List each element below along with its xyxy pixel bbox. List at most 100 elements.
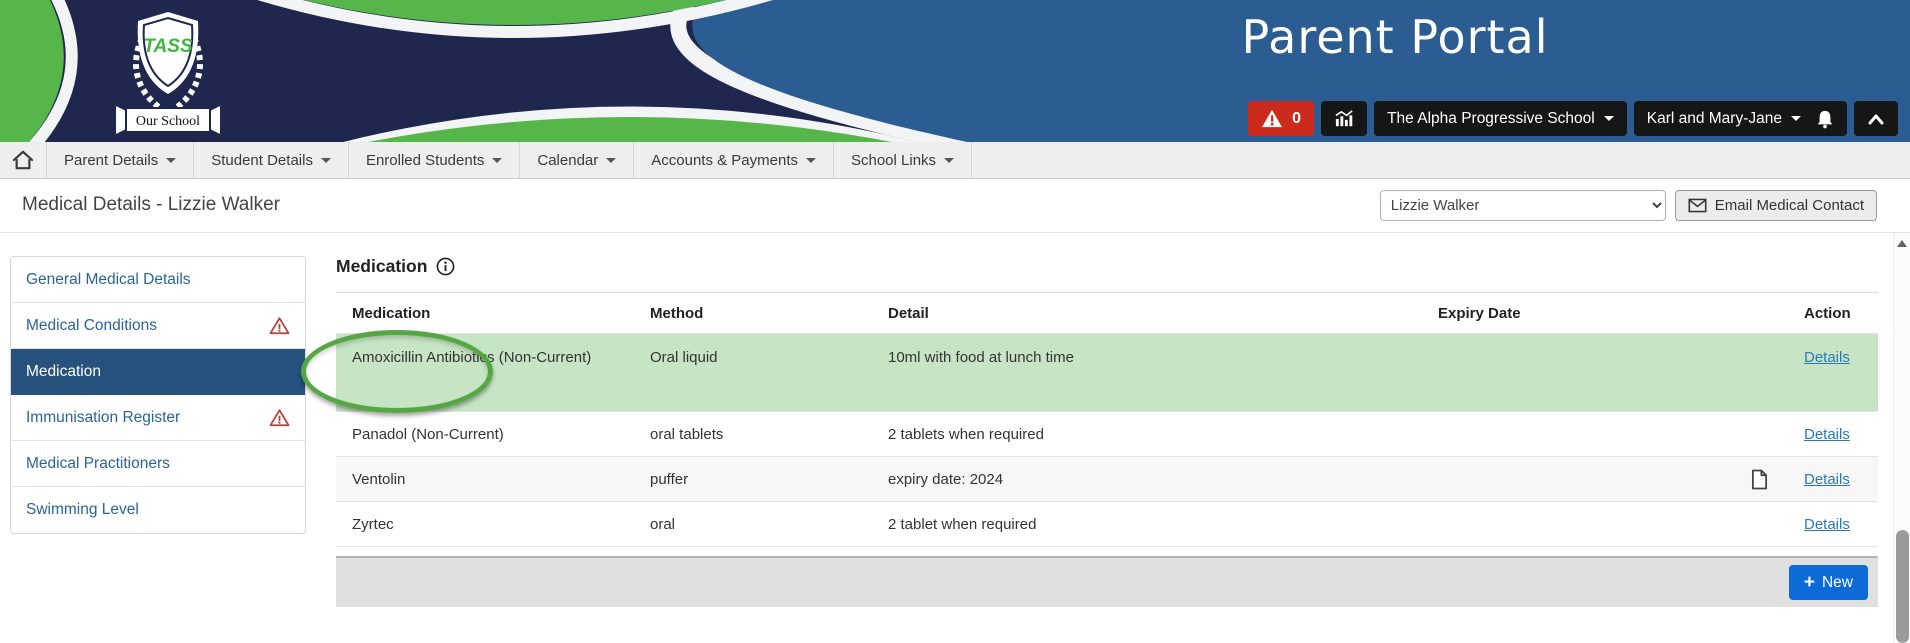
medication-detail: 2 tablets when required (872, 426, 1422, 443)
sidebar-item-label: Medical Practitioners (26, 455, 170, 473)
table-header-row: Medication Method Detail Expiry Date Act… (336, 293, 1878, 334)
banner-buttons: 0 The Alpha Progressive School Karl and … (1248, 101, 1898, 136)
new-button-label: New (1822, 574, 1853, 592)
medication-name: Panadol (Non-Current) (336, 426, 634, 443)
nav-item-parent-details[interactable]: Parent Details (47, 142, 194, 178)
page-header: Medical Details - Lizzie Walker Lizzie W… (0, 179, 1910, 233)
email-button-label: Email Medical Contact (1715, 197, 1864, 214)
home-icon (12, 150, 34, 170)
sidebar-item-medication[interactable]: Medication (11, 349, 305, 395)
medication-name: Zyrtec (336, 516, 634, 533)
alerts-button[interactable]: 0 (1248, 101, 1314, 136)
column-header-detail: Detail (872, 305, 1422, 322)
table-row: Ventolin puffer expiry date: 2024 Detail… (336, 457, 1878, 502)
scrollbar-up-button[interactable] (1894, 233, 1910, 253)
table-footer-bar: + New (336, 556, 1878, 607)
medication-panel: Medication Medication Method Detail Expi… (336, 256, 1878, 607)
scrollbar-thumb[interactable] (1896, 530, 1909, 643)
sidebar-item-medical-practitioners[interactable]: Medical Practitioners (11, 441, 305, 487)
medication-detail: 10ml with food at lunch time (872, 334, 1422, 368)
nav-item-label: School Links (851, 152, 936, 169)
medication-expiry (1422, 334, 1673, 347)
caret-down-icon (321, 158, 331, 163)
envelope-icon (1688, 198, 1707, 213)
medication-method: puffer (634, 471, 872, 488)
nav-item-label: Parent Details (64, 152, 158, 169)
nav-item-student-details[interactable]: Student Details (194, 142, 349, 178)
sidebar-item-swimming-level[interactable]: Swimming Level (11, 487, 305, 533)
medication-detail: 2 tablet when required (872, 516, 1422, 533)
caret-down-icon (1604, 116, 1614, 121)
column-header-medication: Medication (336, 305, 634, 322)
table-row: Zyrtec oral 2 tablet when required Detai… (336, 502, 1878, 547)
medication-name: Ventolin (336, 471, 634, 488)
chevron-up-icon (1867, 112, 1885, 126)
section-heading: Medication (336, 256, 1878, 277)
medication-method: Oral liquid (634, 334, 872, 368)
caret-down-icon (166, 158, 176, 163)
medication-detail: expiry date: 2024 (872, 471, 1422, 488)
details-link[interactable]: Details (1804, 426, 1850, 443)
school-logo: TASS Our School (112, 6, 224, 136)
details-link[interactable]: Details (1804, 471, 1850, 488)
caret-down-icon (944, 158, 954, 163)
details-link[interactable]: Details (1804, 349, 1850, 366)
student-selector[interactable]: Lizzie Walker (1380, 190, 1666, 221)
sidebar-item-label: Medical Conditions (26, 317, 157, 335)
school-selector-label: The Alpha Progressive School (1387, 110, 1595, 128)
sidebar-item-general-medical-details[interactable]: General Medical Details (11, 257, 305, 303)
sidebar-item-label: Swimming Level (26, 501, 139, 519)
table-row: Panadol (Non-Current) oral tablets 2 tab… (336, 412, 1878, 457)
document-attachment-icon[interactable] (1751, 469, 1768, 490)
home-nav-button[interactable] (0, 142, 47, 178)
main-navbar: Parent Details Student Details Enrolled … (0, 142, 1910, 179)
nav-item-accounts-payments[interactable]: Accounts & Payments (634, 142, 834, 178)
nav-item-label: Calendar (537, 152, 598, 169)
info-icon[interactable] (436, 257, 455, 276)
sidebar-item-label: Immunisation Register (26, 409, 180, 427)
details-link[interactable]: Details (1804, 516, 1850, 533)
sidebar-item-label: Medication (26, 363, 101, 381)
alert-count: 0 (1292, 110, 1301, 128)
vertical-scrollbar[interactable] (1893, 233, 1910, 643)
nav-item-label: Accounts & Payments (651, 152, 798, 169)
column-header-expiry-date: Expiry Date (1422, 305, 1673, 322)
svg-text:Our School: Our School (136, 114, 200, 129)
sidebar-item-medical-conditions[interactable]: Medical Conditions (11, 303, 305, 349)
page-title: Medical Details - Lizzie Walker (22, 194, 280, 216)
caret-down-icon (606, 158, 616, 163)
nav-item-calendar[interactable]: Calendar (520, 142, 634, 178)
column-header-action: Action (1788, 305, 1878, 322)
attachment-cell (1731, 334, 1788, 347)
sidebar-item-label: General Medical Details (26, 271, 191, 289)
warning-triangle-icon (1261, 109, 1283, 129)
bar-chart-icon (1334, 110, 1354, 128)
notifications-bell-icon[interactable] (1816, 109, 1834, 129)
warning-triangle-icon (269, 316, 290, 335)
email-medical-contact-button[interactable]: Email Medical Contact (1675, 190, 1877, 221)
caret-down-icon (1791, 116, 1801, 121)
medication-method: oral (634, 516, 872, 533)
user-selector-button[interactable]: Karl and Mary-Jane (1634, 101, 1847, 136)
spacer-cell (1673, 334, 1731, 347)
section-heading-label: Medication (336, 256, 427, 277)
charts-button[interactable] (1321, 101, 1367, 136)
school-selector-button[interactable]: The Alpha Progressive School (1374, 101, 1627, 136)
nav-item-school-links[interactable]: School Links (834, 142, 972, 178)
table-row-highlighted: Amoxicillin Antibiotics (Non-Current) Or… (336, 334, 1878, 412)
nav-item-label: Student Details (211, 152, 313, 169)
new-medication-button[interactable]: + New (1789, 565, 1868, 600)
caret-down-icon (806, 158, 816, 163)
svg-text:TASS: TASS (143, 36, 193, 57)
nav-item-enrolled-students[interactable]: Enrolled Students (349, 142, 520, 178)
medical-sections-sidebar: General Medical Details Medical Conditio… (10, 256, 306, 534)
portal-title: Parent Portal (1180, 10, 1610, 64)
sidebar-item-immunisation-register[interactable]: Immunisation Register (11, 395, 305, 441)
nav-item-label: Enrolled Students (366, 152, 484, 169)
scroll-up-arrow-icon (1897, 240, 1907, 247)
user-selector-label: Karl and Mary-Jane (1647, 110, 1782, 128)
plus-icon: + (1804, 573, 1815, 592)
medication-method: oral tablets (634, 426, 872, 443)
caret-down-icon (492, 158, 502, 163)
collapse-header-button[interactable] (1854, 101, 1898, 136)
